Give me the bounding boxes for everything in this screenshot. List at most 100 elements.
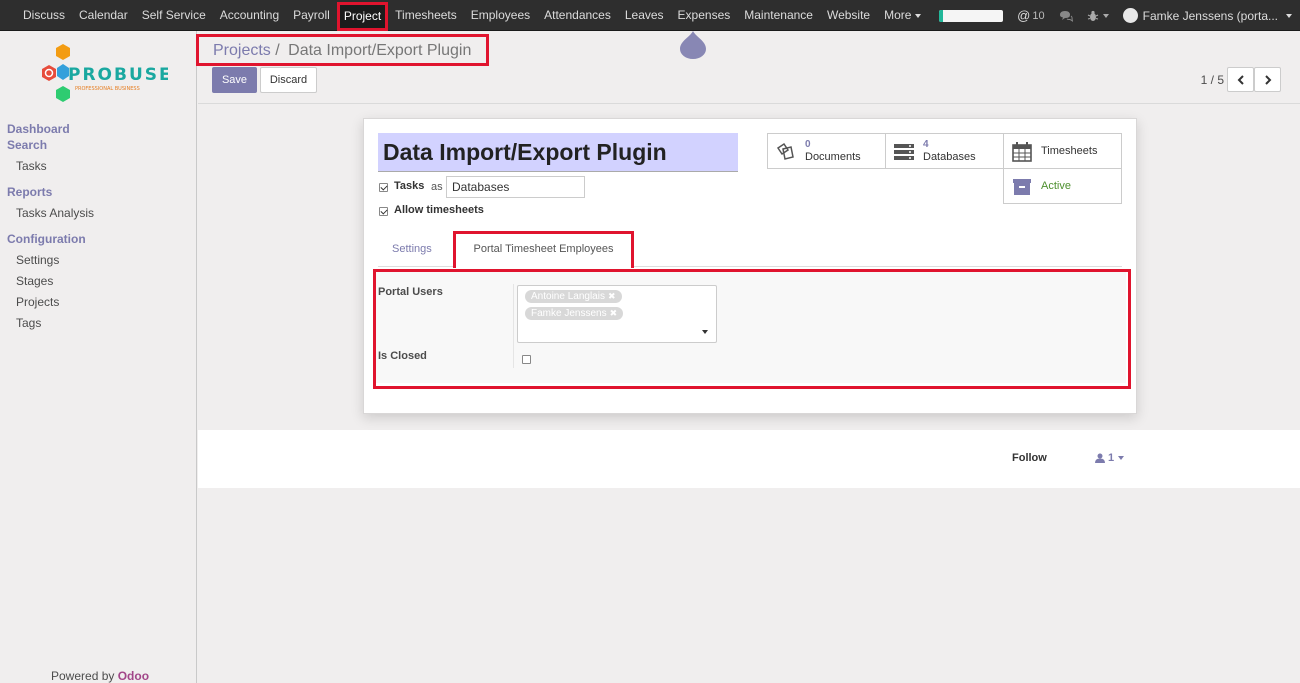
progress-bar <box>939 9 1004 22</box>
portal-user-tag: Famke Jenssens ✖ <box>525 307 624 320</box>
logo-text: PROBUSE <box>68 65 168 85</box>
close-icon[interactable]: ✖ <box>608 291 616 301</box>
tab-settings[interactable]: Settings <box>378 231 446 267</box>
loading-droplet-icon <box>680 31 706 59</box>
archive-icon <box>1013 179 1031 195</box>
is-closed-checkbox[interactable] <box>522 355 531 364</box>
probuse-logo: PROBUSE PROFESSIONAL BUSINESS <box>42 44 171 102</box>
portal-users-label: Portal Users <box>378 286 443 298</box>
at-icon: @ <box>1017 8 1031 23</box>
close-icon[interactable]: ✖ <box>610 308 618 318</box>
chevron-left-icon <box>1237 74 1244 85</box>
sidebar-item-tasks[interactable]: Tasks <box>16 159 47 173</box>
chatter: Follow 1 <box>198 430 1300 488</box>
active-label: Active <box>1041 180 1071 192</box>
logo-subtext: PROFESSIONAL BUSINESS <box>75 86 140 92</box>
sidebar: PROBUSE PROFESSIONAL BUSINESS Dashboard … <box>0 31 197 683</box>
sidebar-item-stages[interactable]: Stages <box>16 274 53 288</box>
control-panel: Projects / Data Import/Export Plugin Sav… <box>196 31 1300 104</box>
sidebar-item-projects[interactable]: Projects <box>16 295 59 309</box>
menu-attendances[interactable]: Attendances <box>537 0 618 31</box>
pager-value[interactable]: 1 / 5 <box>1201 73 1224 87</box>
documents-icon <box>776 142 794 160</box>
is-closed-label: Is Closed <box>378 350 427 362</box>
followers-button[interactable]: 1 <box>1095 452 1125 464</box>
sidebar-head-reports[interactable]: Reports <box>7 185 52 199</box>
menu-more-label: More <box>884 8 912 22</box>
menu-website[interactable]: Website <box>820 0 877 31</box>
menu-more[interactable]: More <box>877 0 928 31</box>
menu-self-service[interactable]: Self Service <box>135 0 213 31</box>
chevron-down-icon[interactable] <box>702 330 708 334</box>
menu-expenses[interactable]: Expenses <box>671 0 738 31</box>
breadcrumb-current: Data Import/Export Plugin <box>288 42 472 59</box>
documents-label: Documents <box>805 151 861 163</box>
databases-label: Databases <box>923 151 976 163</box>
tasks-label: Tasks <box>394 180 425 192</box>
calendar-icon <box>1012 142 1032 162</box>
messages-indicator[interactable]: @ 10 <box>1017 8 1044 23</box>
menu-discuss[interactable]: Discuss <box>16 0 72 31</box>
save-button[interactable]: Save <box>212 67 257 93</box>
menu-calendar[interactable]: Calendar <box>72 0 135 31</box>
notebook-tabs: Settings Portal Timesheet Employees <box>378 231 1122 268</box>
avatar <box>1122 8 1138 23</box>
menu-employees[interactable]: Employees <box>464 0 537 31</box>
page-background <box>198 488 1300 683</box>
portal-users-field[interactable]: Antoine Langlais ✖ Famke Jenssens ✖ <box>517 285 717 343</box>
pager-next-button[interactable] <box>1254 67 1281 92</box>
main-menu: Discuss Calendar Self Service Accounting… <box>16 0 928 31</box>
company-logo[interactable]: PROBUSE PROFESSIONAL BUSINESS <box>38 42 171 108</box>
tasks-checkbox[interactable] <box>379 183 388 192</box>
chevron-right-icon <box>1264 74 1271 85</box>
sidebar-item-tasks-analysis[interactable]: Tasks Analysis <box>16 206 94 220</box>
sidebar-head-configuration[interactable]: Configuration <box>7 232 86 246</box>
messages-count: 10 <box>1032 9 1045 22</box>
as-label: as <box>431 181 443 193</box>
databases-count: 4 <box>923 139 929 150</box>
user-name: Famke Jenssens (porta... <box>1142 8 1278 23</box>
breadcrumb: Projects / Data Import/Export Plugin <box>213 42 471 60</box>
followers-count: 1 <box>1108 452 1115 464</box>
pager-previous-button[interactable] <box>1227 67 1254 92</box>
allow-timesheets-checkbox[interactable] <box>379 207 388 216</box>
timesheets-stat-button[interactable]: Timesheets <box>1003 133 1122 169</box>
chevron-down-icon <box>1118 456 1125 460</box>
menu-timesheets[interactable]: Timesheets <box>388 0 464 31</box>
progress-fill <box>939 9 943 22</box>
tab-portal-timesheet-employees[interactable]: Portal Timesheet Employees <box>453 231 634 268</box>
documents-stat-button[interactable]: 0 Documents <box>767 133 886 169</box>
project-name-input[interactable]: Data Import/Export Plugin <box>378 133 738 172</box>
debug-bug-icon[interactable] <box>1087 10 1109 22</box>
chevron-down-icon <box>1102 13 1109 18</box>
menu-accounting[interactable]: Accounting <box>213 0 286 31</box>
chat-icon[interactable] <box>1059 10 1073 22</box>
breadcrumb-projects-link[interactable]: Projects <box>213 42 271 59</box>
sidebar-head-search[interactable]: Search <box>7 138 47 152</box>
powered-by-label: Powered by <box>51 669 115 683</box>
database-server-icon <box>894 144 914 160</box>
top-navbar: Discuss Calendar Self Service Accounting… <box>0 0 1300 31</box>
allow-timesheets-label: Allow timesheets <box>394 204 484 216</box>
databases-stat-button[interactable]: 4 Databases <box>885 133 1004 169</box>
documents-count: 0 <box>805 139 811 150</box>
tasks-as-input[interactable]: Databases <box>446 176 585 198</box>
sidebar-item-tags[interactable]: Tags <box>16 316 41 330</box>
active-toggle-button[interactable]: Active <box>1003 168 1122 204</box>
follow-button[interactable]: Follow <box>1012 452 1047 464</box>
menu-project[interactable]: Project <box>336 1 389 31</box>
menu-payroll[interactable]: Payroll <box>286 0 337 31</box>
menu-leaves[interactable]: Leaves <box>618 0 671 31</box>
systray: @ 10 Famke Jenssens (porta... <box>939 0 1292 31</box>
odoo-link[interactable]: Odoo <box>118 669 149 683</box>
sidebar-head-dashboard[interactable]: Dashboard <box>7 122 70 136</box>
menu-maintenance[interactable]: Maintenance <box>737 0 820 31</box>
powered-by: Powered by Odoo <box>51 669 149 683</box>
discard-button[interactable]: Discard <box>260 67 317 93</box>
user-menu[interactable]: Famke Jenssens (porta... <box>1122 8 1292 23</box>
portal-user-tag: Antoine Langlais ✖ <box>525 290 622 303</box>
sidebar-item-settings[interactable]: Settings <box>16 253 59 267</box>
tag-label: Famke Jenssens <box>531 308 607 319</box>
tag-label: Antoine Langlais <box>531 291 605 302</box>
chevron-down-icon <box>915 13 922 18</box>
